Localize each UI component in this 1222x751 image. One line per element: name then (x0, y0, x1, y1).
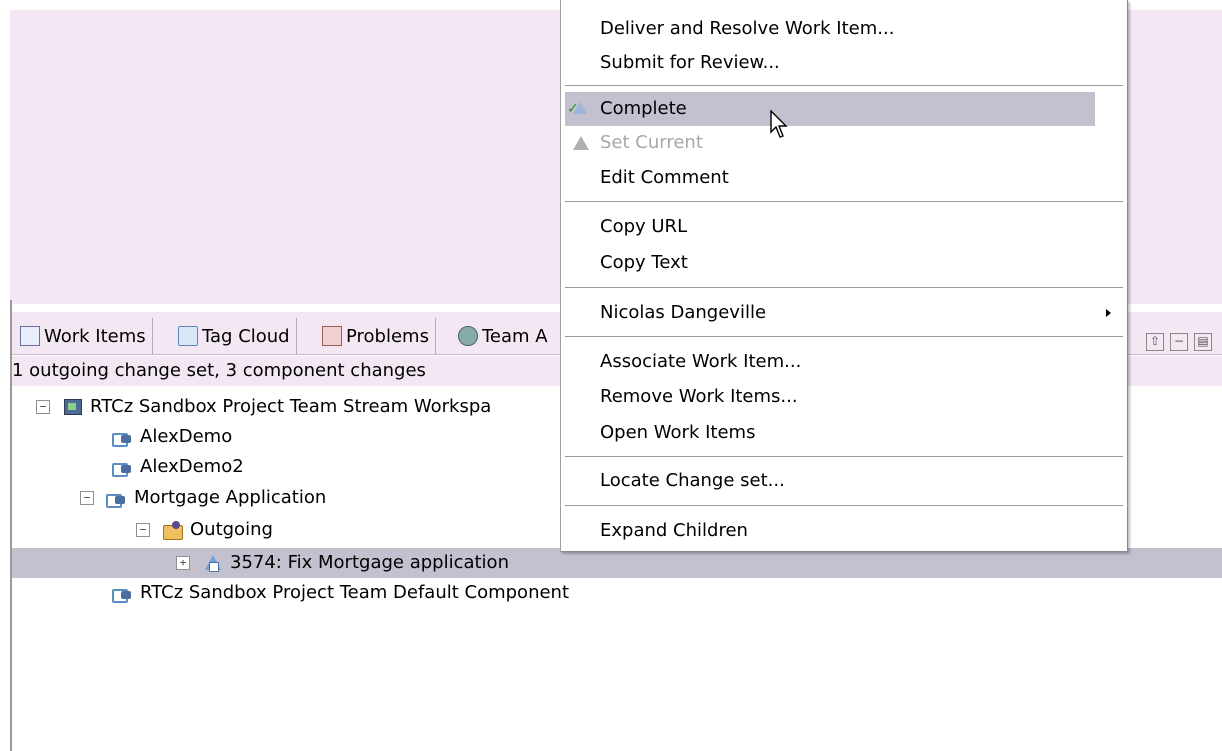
complete-icon (567, 100, 591, 120)
tab-label: Tag Cloud (202, 325, 290, 347)
tree-label: 3574: Fix Mortgage application (230, 552, 509, 573)
tab-tag-cloud[interactable]: Tag Cloud (172, 318, 297, 354)
up-arrow-icon[interactable]: ⇧ (1146, 333, 1164, 351)
change-set-icon (202, 554, 224, 572)
problems-icon (322, 326, 342, 346)
menu-separator (565, 287, 1123, 289)
tree-label: RTCz Sandbox Project Team Stream Workspa (90, 396, 492, 417)
collapse-icon[interactable]: − (36, 400, 50, 414)
component-icon (112, 584, 134, 603)
menu-item-label: Edit Comment (600, 167, 729, 188)
menu-item-complete[interactable]: Complete (565, 92, 1095, 126)
menu-separator (565, 201, 1123, 203)
menu-item-submit-review[interactable]: Submit for Review... (561, 46, 1127, 80)
collapse-icon[interactable]: − (80, 491, 94, 505)
work-items-icon (20, 326, 40, 346)
menu-item-label: Copy Text (600, 252, 688, 273)
menu-item-edit-comment[interactable]: Edit Comment (561, 161, 1127, 195)
team-icon (458, 326, 478, 346)
tree-row-outgoing[interactable]: − Outgoing (136, 515, 273, 545)
tree-label: AlexDemo2 (140, 456, 244, 477)
workspace-icon (62, 398, 84, 416)
tab-problems[interactable]: Problems (316, 318, 436, 354)
menu-item-label: Expand Children (600, 520, 748, 541)
tab-team[interactable]: Team A (452, 318, 554, 354)
menu-item-label: Complete (600, 98, 687, 119)
menu-item-label: Submit for Review... (600, 52, 780, 73)
tree-row-workspace[interactable]: − RTCz Sandbox Project Team Stream Works… (36, 392, 491, 422)
tree-label: AlexDemo (140, 426, 233, 447)
tab-work-items[interactable]: Work Items (14, 318, 153, 354)
menu-item-nicolas-dangeville[interactable]: Nicolas Dangeville (561, 296, 1127, 330)
tree-label: RTCz Sandbox Project Team Default Compon… (140, 582, 570, 603)
menu-separator (565, 336, 1123, 338)
menu-item-remove-work-items[interactable]: Remove Work Items... (561, 380, 1127, 414)
tree-row-default-component[interactable]: RTCz Sandbox Project Team Default Compon… (112, 578, 569, 608)
menu-item-label: Nicolas Dangeville (600, 302, 767, 323)
view-toolbar: ⇧ − ▤ (1140, 330, 1212, 354)
view-menu-icon[interactable]: ▤ (1194, 333, 1212, 351)
menu-item-copy-text[interactable]: Copy Text (561, 246, 1127, 280)
menu-separator (565, 505, 1123, 507)
tree-row-alexdemo2[interactable]: AlexDemo2 (112, 452, 244, 482)
component-icon (106, 489, 128, 508)
menu-item-label: Associate Work Item... (600, 351, 802, 372)
tree-row-change-set[interactable]: + 3574: Fix Mortgage application (176, 548, 509, 578)
menu-item-label: Copy URL (600, 216, 688, 237)
mouse-cursor-icon (770, 110, 788, 138)
menu-item-label: Locate Change set... (600, 470, 785, 491)
menu-item-deliver-resolve[interactable]: Deliver and Resolve Work Item... (561, 12, 1127, 46)
menu-item-label: Deliver and Resolve Work Item... (600, 18, 895, 39)
tree-label: Mortgage Application (134, 487, 327, 508)
menu-separator (565, 85, 1123, 87)
menu-item-label: Open Work Items (600, 422, 756, 443)
submenu-arrow-icon (1106, 309, 1111, 317)
menu-item-label: Remove Work Items... (600, 386, 798, 407)
menu-item-set-current[interactable]: Set Current (561, 126, 1127, 160)
tab-label: Problems (346, 325, 429, 347)
tab-label: Work Items (44, 325, 146, 347)
menu-item-associate-work-item[interactable]: Associate Work Item... (561, 345, 1127, 379)
component-icon (112, 428, 134, 447)
menu-item-expand-children[interactable]: Expand Children (561, 514, 1127, 548)
expand-icon[interactable]: + (176, 556, 190, 570)
collapse-all-icon[interactable]: − (1170, 333, 1188, 351)
tree-row-mortgage-application[interactable]: − Mortgage Application (80, 483, 326, 513)
tag-cloud-icon (178, 326, 198, 346)
menu-item-open-work-items[interactable]: Open Work Items (561, 416, 1127, 450)
collapse-icon[interactable]: − (136, 523, 150, 537)
tree-row-alexdemo[interactable]: AlexDemo (112, 422, 232, 452)
tab-label: Team A (482, 325, 548, 347)
outgoing-folder-icon (162, 521, 184, 540)
set-current-icon (569, 134, 591, 154)
menu-item-copy-url[interactable]: Copy URL (561, 210, 1127, 244)
component-icon (112, 458, 134, 477)
menu-item-locate-change-set[interactable]: Locate Change set... (561, 464, 1127, 498)
context-menu: Deliver and Resolve Work Item... Submit … (560, 0, 1128, 552)
tree-label: Outgoing (190, 519, 273, 540)
menu-item-label: Set Current (600, 132, 703, 153)
menu-separator (565, 456, 1123, 458)
